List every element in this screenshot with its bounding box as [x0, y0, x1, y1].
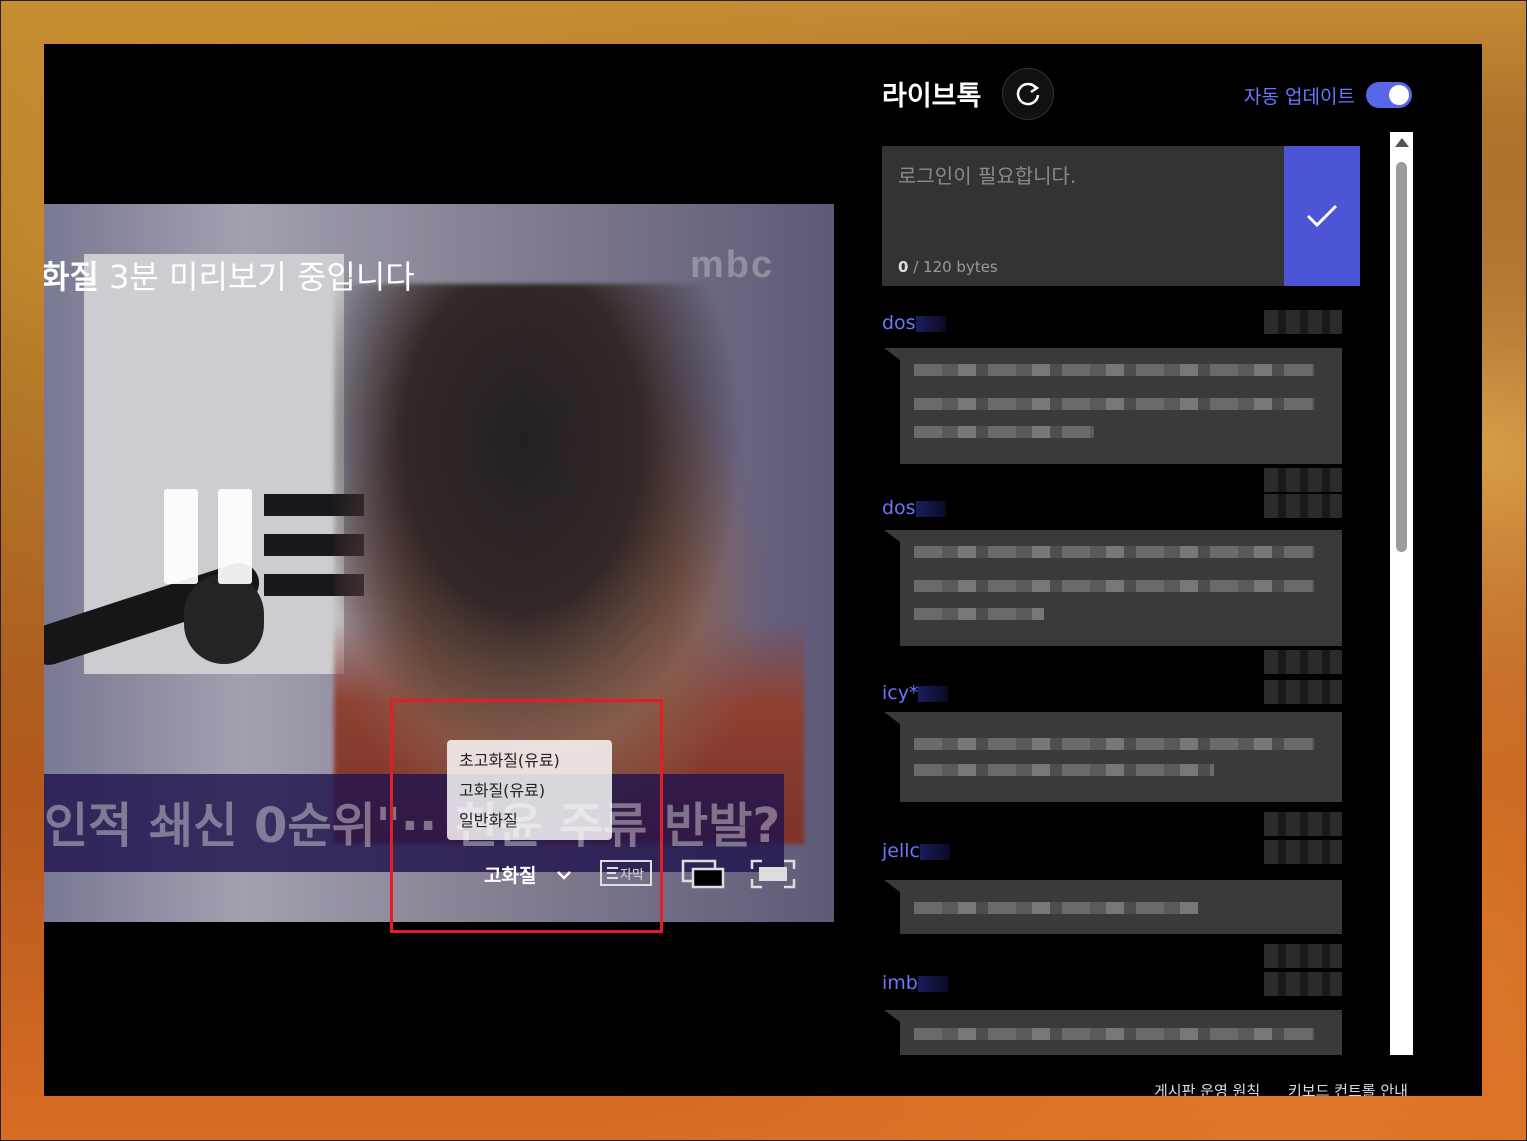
chat-message: [884, 348, 1342, 464]
chat-message: [884, 880, 1342, 934]
preview-notice: 화질 3분 미리보기 중입니다: [44, 258, 415, 296]
scroll-up-arrow[interactable]: [1395, 138, 1409, 147]
auto-update-toggle[interactable]: [1366, 82, 1412, 108]
chat-title: 라이브톡: [882, 81, 982, 112]
refresh-icon: [1016, 82, 1040, 106]
check-icon: [1306, 204, 1338, 228]
scroll-thumb[interactable]: [1396, 162, 1407, 552]
highlight-box: [390, 699, 663, 933]
pause-icon[interactable]: [164, 489, 254, 584]
chat-message: [884, 530, 1342, 646]
auto-update-label: 자동 업데이트: [1244, 86, 1355, 108]
board-rules-link[interactable]: 게시판 운영 원칙: [1154, 1080, 1260, 1096]
chat-username[interactable]: dos: [882, 497, 946, 519]
chat-username[interactable]: dos: [882, 312, 946, 334]
chat-username[interactable]: jellc: [882, 840, 950, 862]
chat-message: [884, 712, 1342, 802]
keyboard-help-link[interactable]: 키보드 컨트롤 안내: [1288, 1080, 1408, 1096]
chat-input-placeholder: 로그인이 필요합니다.: [898, 164, 1077, 188]
chat-input[interactable]: 로그인이 필요합니다. 0 / 120 bytes: [882, 146, 1285, 286]
refresh-button[interactable]: [1002, 68, 1054, 120]
chat-scrollbar[interactable]: [1390, 132, 1413, 1055]
chat-message: [884, 1010, 1342, 1055]
byte-counter: 0 / 120 bytes: [898, 258, 998, 276]
picture-in-picture-icon[interactable]: [681, 859, 725, 889]
fullscreen-icon[interactable]: [750, 859, 796, 889]
chat-username[interactable]: imb: [882, 972, 948, 994]
submit-button[interactable]: [1284, 146, 1360, 286]
page-panel: mbc 인적 쇄신 0순위"·· 친윤 주류 반발? 화질 3분 미리보기 중입…: [44, 44, 1482, 1096]
chat-username[interactable]: icy*: [882, 682, 949, 704]
